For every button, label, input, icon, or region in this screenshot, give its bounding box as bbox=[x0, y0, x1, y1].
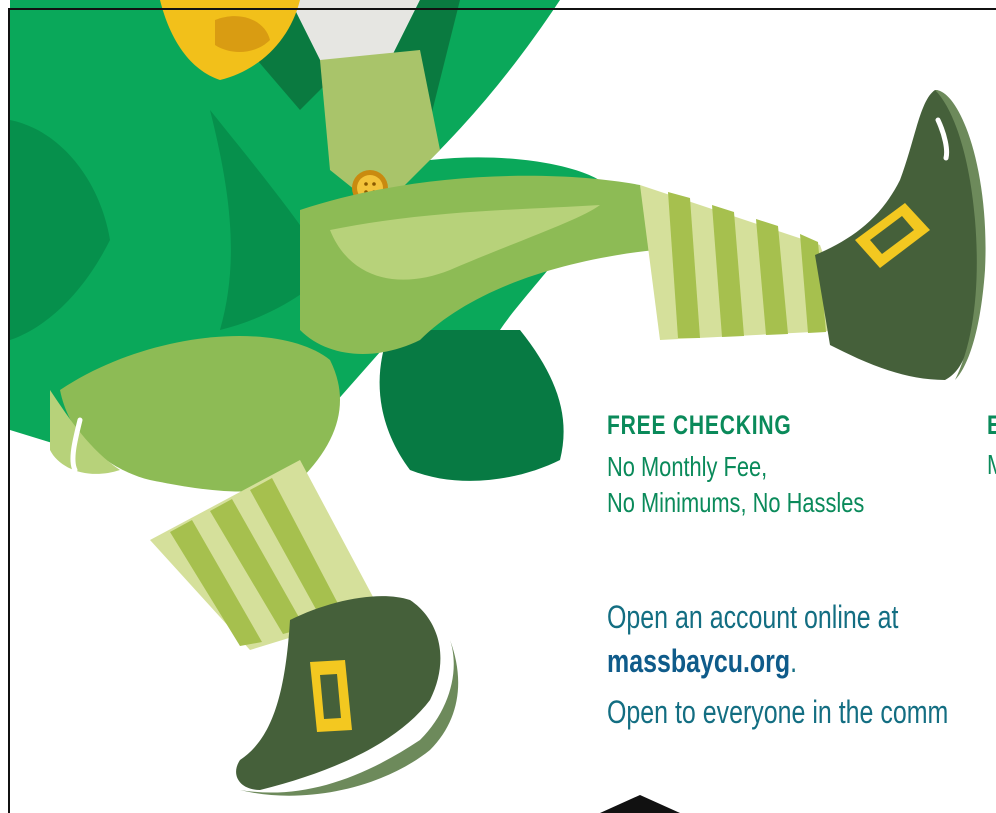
ad-frame bbox=[8, 8, 996, 813]
offer-title-free-checking: FREE CHECKING bbox=[607, 410, 792, 440]
call-to-action: Open an account online at massbaycu.org. bbox=[607, 599, 899, 679]
offer-description-fragment: M bbox=[987, 449, 996, 481]
website-link[interactable]: massbaycu.org bbox=[607, 643, 790, 679]
offer-description: No Monthly Fee, No Minimums, No Hassles bbox=[607, 451, 865, 518]
ad-stage: FREE CHECKING E No Monthly Fee, No Minim… bbox=[0, 0, 996, 813]
offer-title-fragment: E bbox=[987, 410, 996, 441]
eligibility-text: Open to everyone in the comm bbox=[607, 694, 949, 730]
